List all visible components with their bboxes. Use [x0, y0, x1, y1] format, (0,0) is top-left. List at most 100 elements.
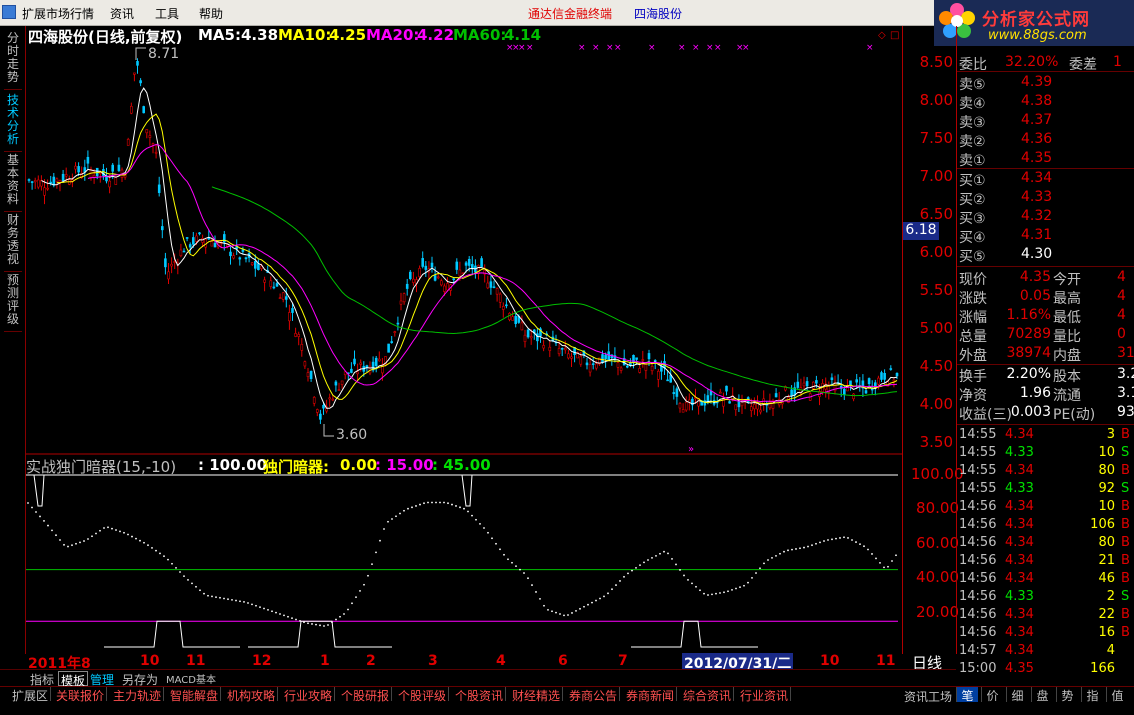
info-tab[interactable]: 行业资讯: [738, 687, 792, 703]
info-tab[interactable]: 主力轨迹: [111, 687, 165, 703]
ind-dot: [95, 532, 97, 535]
tab-fundamental[interactable]: 基本资料: [4, 154, 22, 212]
kline-svg[interactable]: ××× × × × × × × × × × × ×× ×◇ □»: [26, 26, 902, 654]
signal-marker: ×: [866, 43, 874, 53]
tick-side: B: [1121, 625, 1130, 640]
tab-saveas[interactable]: 另存为: [120, 671, 160, 687]
ind-dot: [891, 560, 893, 562]
info-tab[interactable]: 关联报价: [54, 687, 108, 703]
menu-help[interactable]: 帮助: [199, 5, 223, 22]
stat-row-label: 现价: [959, 272, 987, 288]
tick-volume: 106: [1090, 517, 1115, 532]
info-tab[interactable]: 智能解盘: [168, 687, 222, 703]
date-tick: 7: [618, 653, 628, 669]
ind-dot: [867, 548, 869, 551]
tick-time: 14:56: [959, 589, 997, 604]
tab-template[interactable]: 模板: [58, 671, 89, 688]
date-tick: 4: [496, 653, 506, 669]
price-tick: 7.50: [919, 129, 953, 147]
candle-body: [114, 176, 118, 185]
ind-dot: [627, 572, 629, 575]
panel-switch-icon[interactable]: 价: [981, 687, 1003, 703]
tab-macd[interactable]: MACD基本: [164, 671, 218, 686]
tick-price: 4.34: [1005, 553, 1034, 568]
ind-dot: [71, 544, 73, 547]
info-tab[interactable]: 综合资讯: [681, 687, 735, 703]
tab-manage[interactable]: 管理: [88, 671, 116, 687]
indicator-val1: : 100.00: [198, 456, 268, 474]
info-tab[interactable]: 个股资讯: [453, 687, 507, 703]
menu-extended-market[interactable]: 扩展市场行情: [22, 5, 94, 22]
kline-chart-area[interactable]: × × × × × × × × × × × × × × × × ◇ □» 四海股份(日线,前复权) MA5: 4.…: [26, 26, 902, 654]
tick-price: 4.34: [1005, 463, 1034, 478]
panel-switch-icon[interactable]: 笔: [956, 687, 978, 703]
ind-dot: [707, 594, 709, 596]
info-tab[interactable]: 个股研报: [339, 687, 393, 703]
candle-body: [254, 260, 257, 269]
ind-tick: 80.00: [916, 499, 959, 517]
ind-dot: [863, 545, 865, 548]
ind-dot: [887, 565, 889, 568]
tick-time: 14:56: [959, 535, 997, 550]
tick-row: 15:00 4.35 166: [957, 661, 1134, 679]
info-workshop[interactable]: 资讯工场: [902, 688, 954, 704]
tab-indicator[interactable]: 指标: [28, 671, 56, 687]
ind-dot: [811, 544, 813, 547]
candle-body: [238, 257, 242, 260]
tick-price: 4.33: [1005, 481, 1034, 496]
info-tab[interactable]: 行业攻略: [282, 687, 336, 703]
candle-body: [470, 264, 474, 269]
candle-body: [877, 377, 880, 385]
left-tabs: 分时走势 技术分析 基本资料 财务透视 预测评级: [0, 26, 26, 654]
ind-dot: [547, 608, 549, 611]
tab-technical[interactable]: 技术分析: [4, 94, 22, 152]
ind-dot: [747, 581, 749, 584]
info-tab[interactable]: 个股评级: [396, 687, 450, 703]
candle-body: [675, 388, 679, 397]
panel-switch-icon[interactable]: 盘: [1031, 687, 1053, 703]
candle-body: [402, 293, 406, 303]
menu-tools[interactable]: 工具: [155, 5, 179, 22]
candle-body: [52, 176, 56, 186]
panel-switch-icon[interactable]: 细: [1006, 687, 1028, 703]
info-tab[interactable]: 财经精选: [510, 687, 564, 703]
tick-time: 14:56: [959, 499, 997, 514]
ind-dot: [467, 510, 469, 513]
tab-financial-label: 财务透视: [6, 213, 19, 266]
candle-body: [641, 359, 645, 361]
tick-volume: 2: [1106, 589, 1115, 604]
panel-switch-icon[interactable]: 值: [1106, 687, 1128, 703]
candle-body: [412, 278, 415, 283]
ind-dot: [375, 551, 377, 554]
menu-news[interactable]: 资讯: [110, 5, 134, 22]
stat-row-label: 今开: [1053, 272, 1081, 288]
ind-dot: [615, 584, 617, 586]
info-tab[interactable]: 券商新闻: [624, 687, 678, 703]
candle-body: [142, 106, 145, 114]
tick-side: B: [1121, 463, 1130, 478]
panel-switch-icon[interactable]: 势: [1056, 687, 1078, 703]
tab-forecast[interactable]: 预测评级: [4, 274, 22, 332]
ind-dot: [399, 512, 401, 515]
buy-level-label: 买④: [959, 230, 986, 246]
stat-row: 涨幅 1.16% 最低 4: [957, 307, 1134, 326]
ind-dot: [743, 584, 745, 587]
info-tab[interactable]: 机构攻略: [225, 687, 279, 703]
ind-dot: [587, 603, 589, 606]
stat-row-value: 0: [1117, 326, 1126, 342]
stat2-row-value: 93: [1117, 404, 1134, 420]
panel-switch-icon[interactable]: 指: [1081, 687, 1103, 703]
ind-dot: [663, 550, 665, 553]
ind-dot: [75, 542, 77, 545]
tick-time: 15:00: [959, 661, 997, 676]
tab-financial[interactable]: 财务透视: [4, 214, 22, 272]
candle-body: [210, 241, 214, 247]
candle-body: [275, 283, 279, 287]
info-tab[interactable]: 扩展区: [10, 687, 52, 703]
tab-intraday[interactable]: 分时走势: [4, 32, 22, 90]
ind-dot: [779, 552, 781, 555]
candle-body: [272, 286, 276, 289]
info-tab[interactable]: 券商公告: [567, 687, 621, 703]
app-icon[interactable]: [2, 5, 16, 19]
ind-dot: [331, 621, 333, 624]
